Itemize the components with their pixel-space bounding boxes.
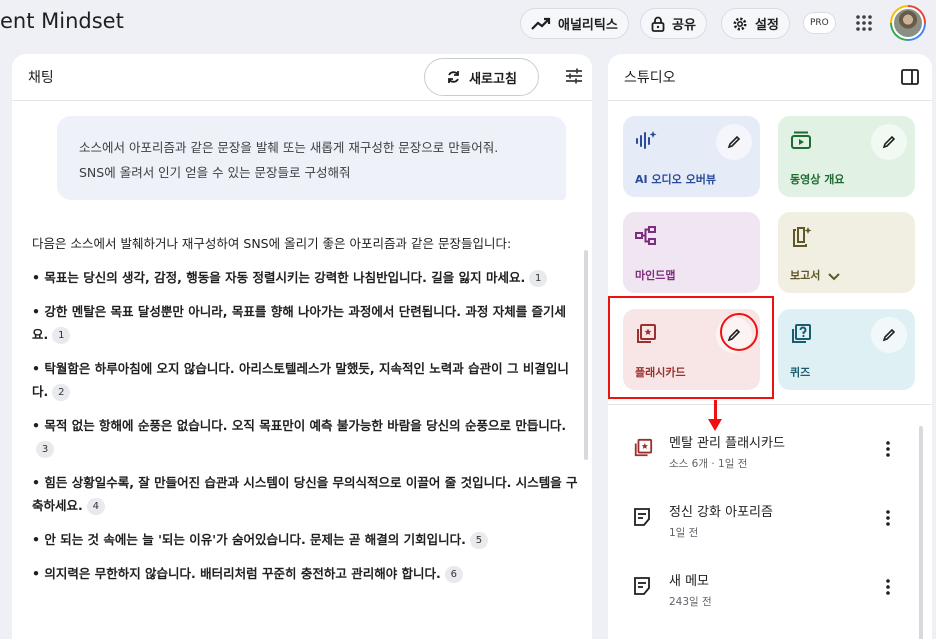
quiz-icon	[792, 324, 811, 343]
list-item[interactable]: 멘탈 관리 플래시카드 소스 6개 · 1일 전	[608, 420, 918, 484]
citation-badge[interactable]: 4	[86, 498, 105, 515]
flashcard-icon	[634, 438, 653, 457]
pro-badge: PRO	[803, 12, 836, 34]
list-item[interactable]: 정신 강화 아포리즘 1일 전	[608, 489, 918, 553]
user-message-line1: 소스에서 아포리즘과 같은 문장을 발췌 또는 새롭게 재구성한 문장으로 만들…	[79, 140, 499, 155]
pencil-icon	[882, 135, 896, 149]
annotation-highlight-ring	[720, 313, 758, 351]
card-label: AI 오디오 오버뷰	[635, 173, 716, 186]
edit-button[interactable]	[716, 124, 752, 160]
list-item-text: • 탁월함은 하루아침에 오지 않습니다. 아리스토텔레스가 말했듯, 지속적인…	[32, 361, 569, 399]
more-vert-icon[interactable]	[885, 440, 891, 458]
report-icon	[793, 227, 812, 247]
annotation-arrow	[714, 400, 717, 421]
analytics-label: 애널리틱스	[558, 18, 618, 33]
note-subtitle: 소스 6개 · 1일 전	[669, 458, 748, 470]
list-item-text: • 목표는 당신의 생각, 감정, 행동을 자동 정렬시키는 강력한 나침반입니…	[32, 270, 526, 285]
video-overview-card[interactable]: 동영상 개요	[778, 116, 915, 197]
mindmap-icon	[635, 226, 656, 245]
chevron-down-icon[interactable]	[828, 272, 840, 281]
note-title: 멘탈 관리 플래시카드	[669, 436, 785, 451]
avatar[interactable]	[890, 5, 926, 41]
audio-overview-card[interactable]: AI 오디오 오버뷰	[623, 116, 760, 197]
note-icon	[634, 508, 650, 526]
settings-button[interactable]: 설정	[721, 8, 790, 39]
report-label: 보고서	[790, 269, 821, 282]
user-message: 소스에서 아포리즘과 같은 문장을 발췌 또는 새롭게 재구성한 문장으로 만들…	[57, 116, 566, 200]
chat-header: 채팅 새로고침	[12, 54, 592, 101]
share-label: 공유	[672, 18, 696, 33]
note-title: 새 메모	[669, 574, 710, 589]
assistant-response: 다음은 소스에서 발췌하거나 재구성하여 SNS에 올리기 좋은 아포리즘과 같…	[32, 232, 582, 596]
user-message-line2: SNS에 올려서 인기 얻을 수 있는 문장들로 구성해줘	[79, 165, 351, 180]
collapse-panel-icon[interactable]	[901, 69, 919, 85]
list-item[interactable]: 새 메모 243일 전	[608, 558, 918, 622]
video-overview-icon	[791, 131, 811, 149]
audio-waveform-icon	[636, 131, 657, 149]
card-label: 보고서	[790, 267, 840, 283]
lock-icon	[651, 16, 665, 32]
citation-badge[interactable]: 3	[36, 441, 54, 458]
list-item: • 목표는 당신의 생각, 감정, 행동을 자동 정렬시키는 강력한 나침반입니…	[32, 266, 582, 289]
more-vert-icon[interactable]	[885, 509, 891, 527]
studio-title: 스튜디오	[624, 70, 676, 86]
chat-title: 채팅	[28, 70, 54, 86]
edit-button[interactable]	[871, 317, 907, 353]
list-item: • 목적 없는 항해에 순풍은 없습니다. 오직 목표만이 예측 불가능한 바람…	[32, 414, 582, 460]
note-icon	[634, 577, 650, 595]
more-vert-icon[interactable]	[885, 578, 891, 596]
trending-up-icon	[531, 17, 551, 30]
response-intro: 다음은 소스에서 발췌하거나 재구성하여 SNS에 올리기 좋은 아포리즘과 같…	[32, 236, 512, 251]
refresh-icon	[448, 71, 459, 83]
list-item: • 안 되는 것 속에는 늘 '되는 이유'가 숨어있습니다. 문제는 곧 해결…	[32, 528, 582, 551]
note-subtitle: 243일 전	[669, 596, 712, 608]
citation-badge[interactable]: 1	[52, 327, 71, 344]
list-item-text: • 의지력은 무한하지 않습니다. 배터리처럼 꾸준히 충전하고 관리해야 합니…	[32, 566, 441, 581]
note-title: 정신 강화 아포리즘	[669, 505, 773, 520]
list-item-text: • 안 되는 것 속에는 늘 '되는 이유'가 숨어있습니다. 문제는 곧 해결…	[32, 532, 466, 547]
mindmap-card[interactable]: 마인드맵	[623, 212, 760, 293]
studio-header: 스튜디오	[608, 54, 932, 101]
list-item: • 탁월함은 하루아침에 오지 않습니다. 아리스토텔레스가 말했듯, 지속적인…	[32, 357, 582, 403]
citation-badge[interactable]: 6	[444, 566, 463, 583]
settings-label: 설정	[755, 18, 779, 33]
citation-badge[interactable]: 2	[52, 384, 71, 401]
gear-icon	[733, 17, 747, 30]
card-label: 동영상 개요	[790, 173, 845, 186]
pencil-icon	[727, 135, 741, 149]
list-item: • 의지력은 무한하지 않습니다. 배터리처럼 꾸준히 충전하고 관리해야 합니…	[32, 562, 582, 585]
citation-badge[interactable]: 1	[529, 270, 548, 287]
tune-settings-icon[interactable]	[565, 68, 583, 84]
top-bar: ent Mindset 애널리틱스 공유 설정 PRO	[0, 0, 936, 48]
note-subtitle: 1일 전	[669, 527, 699, 539]
chat-panel: 채팅 새로고침 소스에서 아포리즘과 같은 문장을 발췌 또는 새롭게 재구성한…	[12, 54, 592, 639]
edit-button[interactable]	[871, 124, 907, 160]
analytics-button[interactable]: 애널리틱스	[520, 8, 629, 39]
quiz-card[interactable]: 퀴즈	[778, 309, 915, 390]
card-label: 마인드맵	[635, 269, 676, 282]
annotation-arrow-head	[708, 419, 722, 431]
studio-scrollbar[interactable]	[919, 426, 923, 639]
refresh-label: 새로고침	[469, 71, 517, 87]
studio-divider	[608, 404, 932, 405]
chat-scrollbar[interactable]	[584, 250, 588, 460]
list-item-text: • 목적 없는 항해에 순풍은 없습니다. 오직 목표만이 예측 불가능한 바람…	[32, 418, 567, 433]
list-item: • 강한 멘탈은 목표 달성뿐만 아니라, 목표를 향해 나아가는 과정에서 단…	[32, 300, 582, 346]
list-item-text: • 강한 멘탈은 목표 달성뿐만 아니라, 목표를 향해 나아가는 과정에서 단…	[32, 304, 567, 342]
list-item: • 힘든 상황일수록, 잘 만들어진 습관과 시스템이 당신을 무의식적으로 이…	[32, 471, 582, 517]
share-button[interactable]: 공유	[640, 8, 707, 39]
apps-grid-icon[interactable]	[855, 14, 873, 32]
card-label: 퀴즈	[790, 366, 811, 379]
report-card[interactable]: 보고서	[778, 212, 915, 293]
notebook-title[interactable]: ent Mindset	[0, 9, 124, 33]
refresh-button[interactable]: 새로고침	[424, 58, 539, 96]
pencil-icon	[882, 328, 896, 342]
list-item-text: • 힘든 상황일수록, 잘 만들어진 습관과 시스템이 당신을 무의식적으로 이…	[32, 475, 578, 513]
citation-badge[interactable]: 5	[469, 532, 488, 549]
